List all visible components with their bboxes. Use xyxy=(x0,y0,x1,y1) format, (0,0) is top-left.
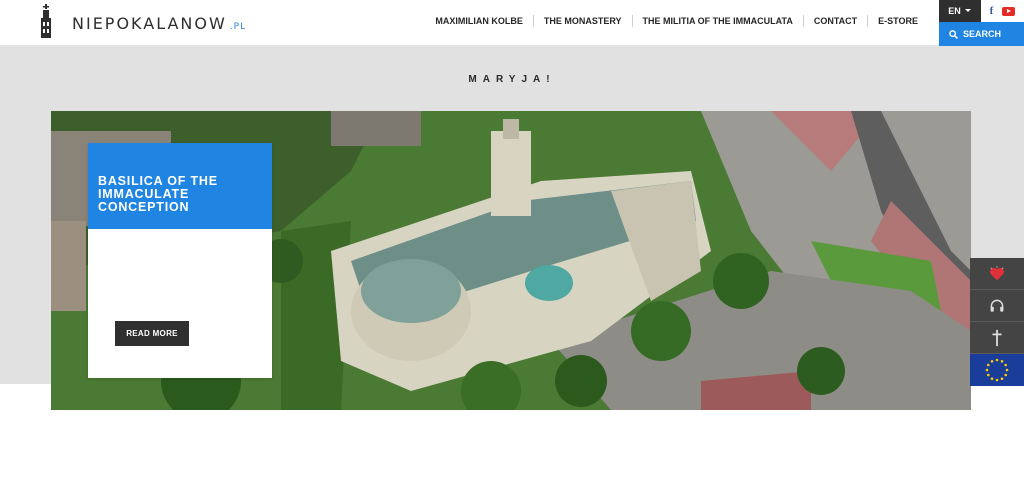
nav-the-monastery[interactable]: THE MONASTERY xyxy=(534,16,632,26)
facebook-icon[interactable]: f xyxy=(990,5,994,17)
logo-suffix: .PL xyxy=(229,22,247,32)
nav-e-store[interactable]: E-STORE xyxy=(868,16,928,26)
heart-icon xyxy=(989,265,1005,280)
hero-caption-card: BASILICA OF THE IMMACULATE CONCEPTION RE… xyxy=(88,143,272,378)
hero-title: BASILICA OF THE IMMACULATE CONCEPTION xyxy=(98,174,218,214)
eu-flag-icon xyxy=(985,358,1009,382)
site-logo[interactable]: NIEPOKALANOW .PL xyxy=(72,14,246,33)
logo-name: NIEPOKALANOW xyxy=(72,14,227,33)
youtube-icon[interactable] xyxy=(1002,6,1016,16)
heart-widget-button[interactable] xyxy=(970,258,1024,290)
caret-down-icon xyxy=(964,9,971,12)
church-tower-logo-icon[interactable] xyxy=(38,4,54,38)
floating-side-widgets xyxy=(970,258,1024,386)
read-more-button[interactable]: READ MORE xyxy=(115,321,189,346)
site-header: NIEPOKALANOW .PL MAXIMILIAN KOLBE THE MON… xyxy=(0,0,1024,46)
cross-widget-button[interactable] xyxy=(970,322,1024,354)
eu-flag-widget-button[interactable] xyxy=(970,354,1024,386)
nav-maximilian-kolbe[interactable]: MAXIMILIAN KOLBE xyxy=(425,16,533,26)
nav-militia-of-the-immaculata[interactable]: THE MILITIA OF THE IMMACULATA xyxy=(633,16,803,26)
language-label: EN xyxy=(948,6,961,16)
hero-caption-header: BASILICA OF THE IMMACULATE CONCEPTION xyxy=(88,143,272,229)
cross-icon xyxy=(992,329,1002,346)
headphones-widget-button[interactable] xyxy=(970,290,1024,322)
search-icon xyxy=(949,29,958,39)
headphones-icon xyxy=(990,299,1004,312)
social-links: f xyxy=(981,0,1024,22)
search-label: SEARCH xyxy=(963,29,1002,39)
site-tagline: MARYJA! xyxy=(468,74,556,85)
language-selector[interactable]: EN xyxy=(939,0,981,22)
main-nav: MAXIMILIAN KOLBE THE MONASTERY THE MILIT… xyxy=(425,15,928,27)
nav-contact[interactable]: CONTACT xyxy=(804,16,867,26)
search-button[interactable]: SEARCH xyxy=(939,22,1024,46)
